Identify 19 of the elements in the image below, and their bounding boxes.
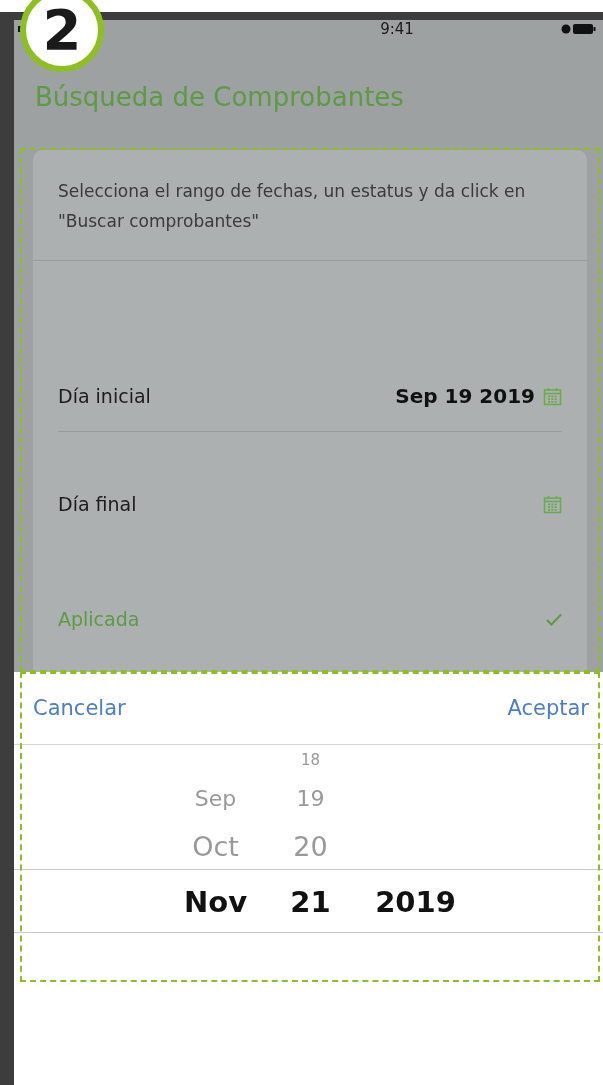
instructions-text: Selecciona el rango de fechas, un estatus y da click en "Buscar comprobantes" — [33, 150, 587, 261]
date-label: Día final — [58, 493, 138, 515]
picker-value[interactable]: Nov — [183, 871, 248, 933]
picker-value[interactable]: 21 — [290, 871, 331, 933]
accept-button[interactable]: Aceptar — [507, 696, 589, 720]
cancel-button[interactable]: Cancelar — [33, 696, 126, 720]
picker-value[interactable]: 20 — [293, 823, 328, 871]
date-value[interactable]: Sep 19 2019 — [395, 384, 535, 408]
picker-value[interactable]: Oct — [192, 823, 239, 871]
picker-value[interactable]: 19 — [296, 775, 325, 823]
status-icons — [561, 23, 597, 35]
date-label: Día inicial — [58, 385, 152, 407]
picker-value[interactable]: Sep — [194, 775, 237, 823]
picker-value[interactable]: 18 — [300, 745, 321, 775]
calendar-icon[interactable] — [543, 494, 562, 514]
screen-title: Búsqueda de Comprobantes — [35, 82, 405, 112]
status-time: 9:41 — [380, 20, 414, 38]
picker-value[interactable]: 2019 — [375, 871, 456, 933]
calendar-icon[interactable] — [543, 386, 562, 406]
